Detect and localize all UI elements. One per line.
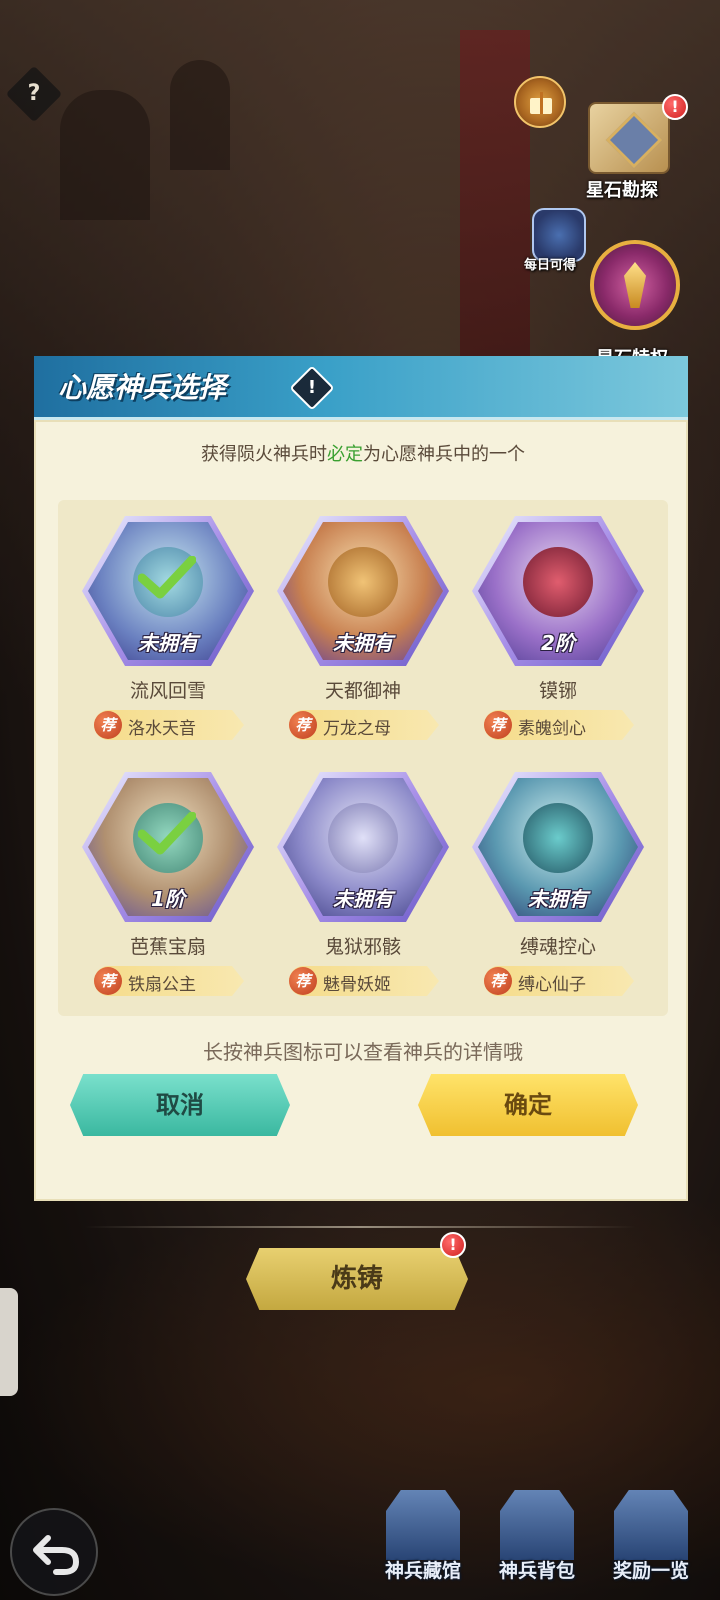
help-icon: ? xyxy=(27,81,41,106)
weapon-name: 流风回雪 xyxy=(129,680,206,702)
weapon-card[interactable]: 2阶 镆铘 荐 素魄剑心 xyxy=(460,506,656,756)
recommend-hero: 缚心仙子 xyxy=(518,975,586,995)
wish-weapon-dialog: 心愿神兵选择 ! 获得陨火神兵时必定为心愿神兵中的一个 未拥有 流风回雪 荐 洛… xyxy=(34,356,688,1201)
help-button[interactable]: ? xyxy=(5,65,63,123)
subtitle-suffix: 为心愿神兵中的一个 xyxy=(363,444,525,465)
info-icon[interactable]: ! xyxy=(289,365,335,411)
weapon-status: 未拥有 xyxy=(528,887,588,911)
side-drawer-handle[interactable] xyxy=(0,1288,18,1396)
dialog-title: 心愿神兵选择 xyxy=(58,371,227,404)
weapon-card[interactable]: 未拥有 天都御神 荐 万龙之母 xyxy=(265,506,461,756)
recommend-tag: 荐 铁扇公主 xyxy=(94,966,244,996)
recommend-tag: 荐 魅骨妖姬 xyxy=(289,966,439,996)
divider xyxy=(84,1226,636,1228)
weapon-name: 芭蕉宝扇 xyxy=(129,936,206,958)
nav-reward-overview[interactable]: 奖励一览 xyxy=(596,1490,706,1590)
nav-label: 奖励一览 xyxy=(612,1560,689,1582)
recommend-badge: 荐 xyxy=(484,711,512,739)
weapon-hex-icon[interactable]: 未拥有 xyxy=(277,772,449,922)
recommend-tag: 荐 万龙之母 xyxy=(289,710,439,740)
weapon-card[interactable]: 1阶 芭蕉宝扇 荐 铁扇公主 xyxy=(70,762,266,1012)
recommend-tag: 荐 洛水天音 xyxy=(94,710,244,740)
recommend-badge: 荐 xyxy=(94,967,122,995)
star-explore-label[interactable]: 星石勘探 xyxy=(586,176,658,202)
subtitle-highlight: 必定 xyxy=(327,444,363,465)
weapon-name: 缚魂控心 xyxy=(519,936,596,958)
nav-label: 神兵藏馆 xyxy=(384,1560,461,1582)
recommend-hero: 万龙之母 xyxy=(323,719,391,739)
gift-icon[interactable] xyxy=(514,76,566,128)
back-button[interactable] xyxy=(10,1508,98,1596)
dialog-body: 获得陨火神兵时必定为心愿神兵中的一个 未拥有 流风回雪 荐 洛水天音 未拥有 天… xyxy=(34,420,688,1201)
recommend-hero: 铁扇公主 xyxy=(128,975,196,995)
daily-reward-label[interactable]: 每日可得 xyxy=(524,254,576,273)
weapon-name: 镆铘 xyxy=(538,680,577,702)
recommend-tag: 荐 素魄剑心 xyxy=(484,710,634,740)
nav-weapon-bag[interactable]: 神兵背包 xyxy=(482,1490,592,1590)
back-arrow-icon xyxy=(33,1535,80,1575)
weapon-card[interactable]: 未拥有 缚魂控心 荐 缚心仙子 xyxy=(460,762,656,1012)
weapon-hex-icon[interactable]: 未拥有 xyxy=(277,516,449,666)
weapon-hex-icon[interactable]: 未拥有 xyxy=(472,772,644,922)
weapon-card[interactable]: 未拥有 鬼狱邪骸 荐 魅骨妖姬 xyxy=(265,762,461,1012)
star-explore-icon[interactable] xyxy=(588,102,670,174)
weapon-name: 天都御神 xyxy=(324,680,401,702)
weapon-collection-icon xyxy=(386,1490,460,1560)
dialog-subtitle: 获得陨火神兵时必定为心愿神兵中的一个 xyxy=(36,440,690,466)
nav-label: 神兵背包 xyxy=(498,1560,575,1582)
weapon-status: 未拥有 xyxy=(138,631,198,655)
weapon-name: 鬼狱邪骸 xyxy=(324,936,401,958)
weapon-grid: 未拥有 流风回雪 荐 洛水天音 未拥有 天都御神 荐 万龙之母 2阶 镆铘 荐 … xyxy=(58,500,668,1016)
weapon-status: 未拥有 xyxy=(333,631,393,655)
confirm-button[interactable]: 确定 xyxy=(418,1074,638,1136)
reward-overview-icon xyxy=(614,1490,688,1560)
check-icon xyxy=(138,556,196,599)
recommend-tag: 荐 缚心仙子 xyxy=(484,966,634,996)
weapon-status: 1阶 xyxy=(151,887,185,911)
weapon-status: 2阶 xyxy=(541,631,575,655)
star-privilege-icon[interactable] xyxy=(590,240,680,330)
weapon-status: 未拥有 xyxy=(333,887,393,911)
weapon-hex-icon[interactable]: 1阶 xyxy=(82,772,254,922)
recommend-hero: 魅骨妖姬 xyxy=(323,975,391,995)
nav-weapon-collection[interactable]: 神兵藏馆 xyxy=(368,1490,478,1590)
forge-button[interactable]: 炼铸 xyxy=(246,1248,468,1310)
dialog-header: 心愿神兵选择 ! xyxy=(34,356,688,420)
recommend-badge: 荐 xyxy=(289,711,317,739)
long-press-hint: 长按神兵图标可以查看神兵的详情哦 xyxy=(203,1040,523,1064)
weapon-bag-icon xyxy=(500,1490,574,1560)
weapon-hex-icon[interactable]: 未拥有 xyxy=(82,516,254,666)
weapon-card[interactable]: 未拥有 流风回雪 荐 洛水天音 xyxy=(70,506,266,756)
recommend-hero: 素魄剑心 xyxy=(518,719,586,739)
recommend-badge: 荐 xyxy=(289,967,317,995)
recommend-badge: 荐 xyxy=(94,711,122,739)
check-icon xyxy=(138,812,196,855)
subtitle-prefix: 获得陨火神兵时 xyxy=(201,444,327,465)
star-explore-alert-badge: ! xyxy=(662,94,688,120)
recommend-hero: 洛水天音 xyxy=(128,719,196,739)
recommend-badge: 荐 xyxy=(484,967,512,995)
weapon-hex-icon[interactable]: 2阶 xyxy=(472,516,644,666)
forge-alert-badge: ! xyxy=(440,1232,466,1258)
cancel-button[interactable]: 取消 xyxy=(70,1074,290,1136)
